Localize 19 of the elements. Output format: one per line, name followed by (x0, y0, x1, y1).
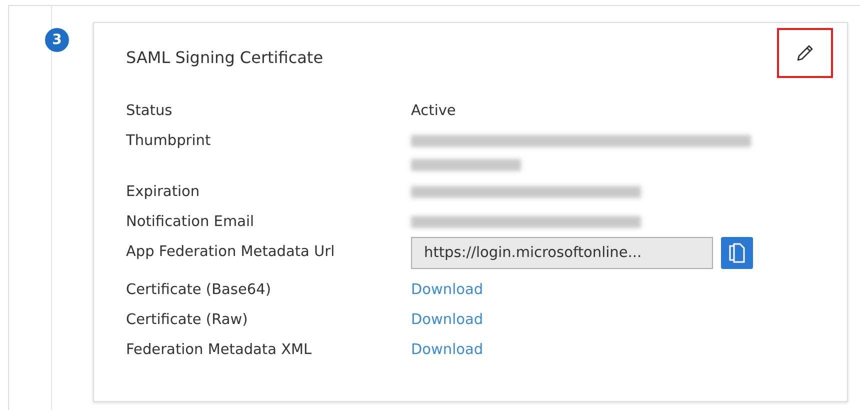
field-label: Expiration (126, 183, 201, 202)
field-label: App Federation Metadata Url (126, 243, 336, 262)
field-label: Federation Metadata XML (126, 341, 313, 360)
url-field[interactable]: https://login.microsoftonline... (411, 237, 713, 269)
field-label: Certificate (Raw) (126, 311, 249, 330)
download-link[interactable]: Download (411, 335, 484, 365)
field-label: Notification Email (126, 213, 256, 232)
copy-icon (729, 243, 745, 263)
card-title: SAML Signing Certificate (126, 48, 324, 67)
pencil-icon (795, 43, 815, 63)
field-label: Status (126, 102, 174, 121)
copy-button[interactable] (721, 237, 753, 269)
step-number: 3 (45, 28, 69, 52)
download-link[interactable]: Download (411, 305, 484, 335)
field-value: Active (411, 102, 456, 121)
field-label: Thumbprint (126, 132, 212, 151)
edit-button[interactable] (777, 28, 833, 78)
download-link[interactable]: Download (411, 275, 484, 305)
field-label: Certificate (Base64) (126, 281, 272, 300)
